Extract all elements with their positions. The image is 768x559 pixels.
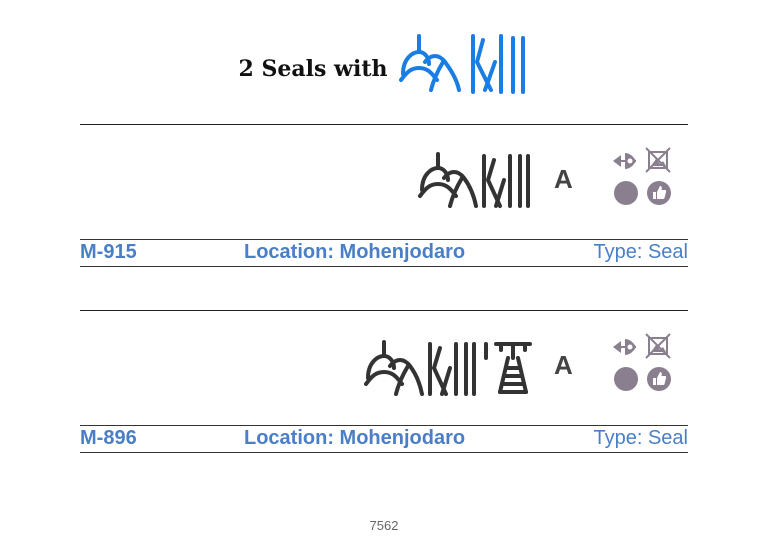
no-image-icon[interactable] (644, 332, 672, 360)
divider (80, 124, 688, 125)
record-actions (610, 146, 672, 206)
seal-type: Type: Seal (593, 427, 688, 449)
page-header: 2 Seals with (0, 32, 768, 96)
seal-location: Location: Mohenjodaro (244, 427, 466, 449)
thumbs-up-icon[interactable] (646, 366, 672, 392)
seal-info-row: M-896 Location: Mohenjodaro Type: Seal (80, 425, 688, 453)
circle-icon[interactable] (613, 180, 639, 206)
seal-sign-sequence (418, 152, 530, 208)
no-image-icon[interactable] (644, 146, 672, 174)
direction-eye-icon[interactable] (610, 334, 638, 360)
variant-label: A (554, 164, 573, 194)
thumbs-up-icon[interactable] (646, 180, 672, 206)
page-number: 7562 (369, 518, 399, 533)
circle-icon[interactable] (613, 366, 639, 392)
seal-type: Type: Seal (593, 241, 688, 263)
seal-id-link[interactable]: M-915 (80, 241, 137, 264)
page-title: 2 Seals with (238, 56, 388, 82)
direction-eye-icon[interactable] (610, 148, 638, 174)
title-sign-sequence (399, 34, 526, 94)
seal-sign-sequence (364, 340, 532, 396)
seal-info-row: M-915 Location: Mohenjodaro Type: Seal (80, 239, 688, 267)
divider (80, 310, 688, 311)
seal-location: Location: Mohenjodaro (244, 241, 466, 263)
variant-label: A (554, 350, 573, 380)
record-actions (610, 332, 672, 392)
seal-id-link[interactable]: M-896 (80, 427, 137, 450)
